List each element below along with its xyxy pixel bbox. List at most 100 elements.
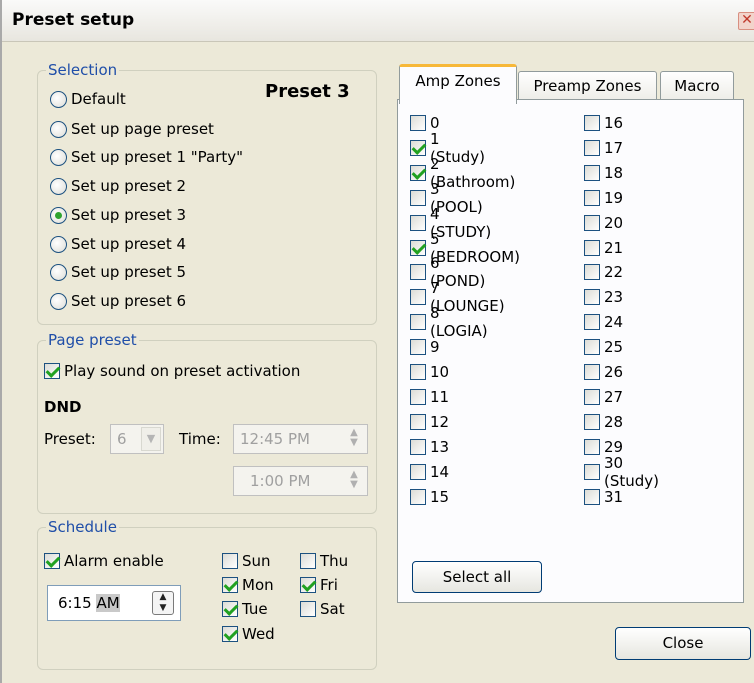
radio-button[interactable] (50, 206, 67, 224)
zone-checkbox[interactable] (584, 164, 600, 181)
zone-checkbox[interactable] (584, 388, 600, 405)
zone-checkbox[interactable] (584, 239, 600, 256)
dnd-end-time-input[interactable]: 1:00 PM ▲ ▼ (233, 466, 368, 496)
day-tue[interactable]: Tue (222, 598, 268, 620)
tab-amp-zones[interactable]: Amp Zones (399, 64, 517, 104)
zone-checkbox[interactable] (410, 388, 426, 405)
radio-button[interactable] (50, 292, 67, 310)
zone-checkbox-row[interactable]: 15 (410, 486, 449, 508)
radio-preset-4[interactable]: Set up preset 4 (50, 233, 186, 255)
day-checkbox[interactable] (300, 577, 316, 593)
zone-checkbox[interactable] (584, 364, 600, 380)
zone-checkbox-row[interactable]: 21 (584, 237, 623, 259)
day-sat[interactable]: Sat (300, 598, 345, 620)
zone-checkbox[interactable] (410, 438, 426, 455)
zone-checkbox[interactable] (410, 264, 426, 281)
zone-checkbox-row[interactable]: 22 (584, 261, 623, 283)
dnd-start-time-input[interactable]: 12:45 PM ▲ ▼ (233, 424, 368, 454)
day-checkbox[interactable] (222, 626, 238, 642)
zone-checkbox[interactable] (584, 438, 600, 455)
zone-checkbox[interactable] (410, 164, 426, 181)
alarm-time-input[interactable]: 6:15 AM ▲ ▼ (47, 585, 181, 621)
zone-checkbox[interactable] (584, 189, 600, 206)
zone-checkbox[interactable] (584, 413, 600, 430)
zone-checkbox[interactable] (584, 214, 600, 231)
radio-button[interactable] (50, 120, 67, 138)
zone-checkbox[interactable] (410, 189, 426, 206)
radio-button[interactable] (50, 177, 67, 195)
play-sound-checkbox[interactable] (44, 363, 60, 379)
close-button[interactable]: Close (615, 627, 751, 660)
radio-preset-3[interactable]: Set up preset 3 (50, 204, 186, 226)
zone-checkbox-row[interactable]: 8 (LOGIA) (410, 304, 488, 340)
chevron-down-icon[interactable]: ▼ (141, 427, 161, 451)
alarm-enable-checkbox-row[interactable]: Alarm enable (44, 550, 164, 572)
day-checkbox[interactable] (222, 601, 238, 617)
day-checkbox[interactable] (222, 553, 238, 569)
zone-checkbox[interactable] (584, 314, 600, 331)
zone-checkbox-row[interactable]: 14 (410, 461, 449, 483)
radio-page-preset[interactable]: Set up page preset (50, 118, 214, 140)
zone-checkbox-row[interactable]: 26 (584, 361, 623, 383)
zone-checkbox[interactable] (584, 115, 600, 131)
dnd-preset-combo[interactable]: 6 ▼ (110, 424, 164, 454)
zone-checkbox[interactable] (584, 139, 600, 156)
spin-arrows-icon[interactable]: ▲ ▼ (344, 428, 364, 450)
zone-checkbox-row[interactable]: 23 (584, 286, 623, 308)
zone-checkbox[interactable] (410, 488, 426, 505)
window-close-icon[interactable]: ✕ (738, 12, 754, 30)
day-fri[interactable]: Fri (300, 574, 338, 596)
zone-checkbox[interactable] (410, 214, 426, 231)
day-checkbox[interactable] (222, 577, 238, 593)
day-thu[interactable]: Thu (300, 550, 348, 572)
radio-preset-1[interactable]: Set up preset 1 "Party" (50, 146, 243, 168)
zone-checkbox-row[interactable]: 18 (584, 162, 623, 184)
zone-checkbox-row[interactable]: 17 (584, 137, 623, 159)
spin-arrows-icon[interactable]: ▲ ▼ (344, 470, 364, 492)
zone-checkbox[interactable] (410, 314, 426, 331)
zone-checkbox-row[interactable]: 25 (584, 336, 623, 358)
radio-preset-2[interactable]: Set up preset 2 (50, 175, 186, 197)
zone-checkbox-row[interactable]: 11 (410, 386, 449, 408)
zone-checkbox-row[interactable]: 31 (584, 486, 623, 508)
zone-checkbox-row[interactable]: 24 (584, 311, 623, 333)
play-sound-checkbox-row[interactable]: Play sound on preset activation (44, 360, 300, 382)
zone-checkbox-row[interactable]: 9 (410, 336, 440, 358)
day-wed[interactable]: Wed (222, 623, 275, 645)
spin-arrows-icon[interactable]: ▲ ▼ (152, 591, 174, 615)
zone-checkbox[interactable] (584, 289, 600, 306)
zone-checkbox[interactable] (410, 289, 426, 306)
zone-checkbox-row[interactable]: 27 (584, 386, 623, 408)
zone-checkbox[interactable] (410, 463, 426, 480)
zone-checkbox-row[interactable]: 10 (410, 361, 449, 383)
radio-button[interactable] (50, 235, 67, 253)
radio-preset-6[interactable]: Set up preset 6 (50, 290, 186, 312)
zone-checkbox[interactable] (584, 488, 600, 505)
select-all-button[interactable]: Select all (412, 561, 542, 593)
day-checkbox[interactable] (300, 601, 316, 617)
radio-default[interactable]: Default (50, 88, 126, 110)
zone-checkbox-row[interactable]: 12 (410, 411, 449, 433)
zone-checkbox-row[interactable]: 19 (584, 187, 623, 209)
zone-checkbox-row[interactable]: 28 (584, 411, 623, 433)
zone-checkbox[interactable] (410, 239, 426, 256)
zone-checkbox-row[interactable]: 30 (Study) (584, 454, 659, 490)
zone-checkbox[interactable] (584, 264, 600, 281)
zone-checkbox[interactable] (410, 339, 426, 356)
radio-button[interactable] (50, 148, 67, 166)
zone-checkbox[interactable] (410, 115, 426, 131)
zone-checkbox-row[interactable]: 13 (410, 436, 449, 458)
zone-checkbox[interactable] (410, 413, 426, 430)
radio-preset-5[interactable]: Set up preset 5 (50, 261, 186, 283)
day-checkbox[interactable] (300, 553, 316, 569)
zone-checkbox[interactable] (584, 339, 600, 356)
radio-button[interactable] (50, 263, 67, 281)
radio-button[interactable] (50, 90, 67, 108)
day-sun[interactable]: Sun (222, 550, 271, 572)
zone-checkbox-row[interactable]: 20 (584, 212, 623, 234)
day-mon[interactable]: Mon (222, 574, 274, 596)
zone-checkbox[interactable] (410, 364, 426, 380)
alarm-enable-checkbox[interactable] (44, 553, 60, 569)
zone-checkbox[interactable] (410, 139, 426, 156)
zone-checkbox-row[interactable]: 16 (584, 112, 623, 134)
